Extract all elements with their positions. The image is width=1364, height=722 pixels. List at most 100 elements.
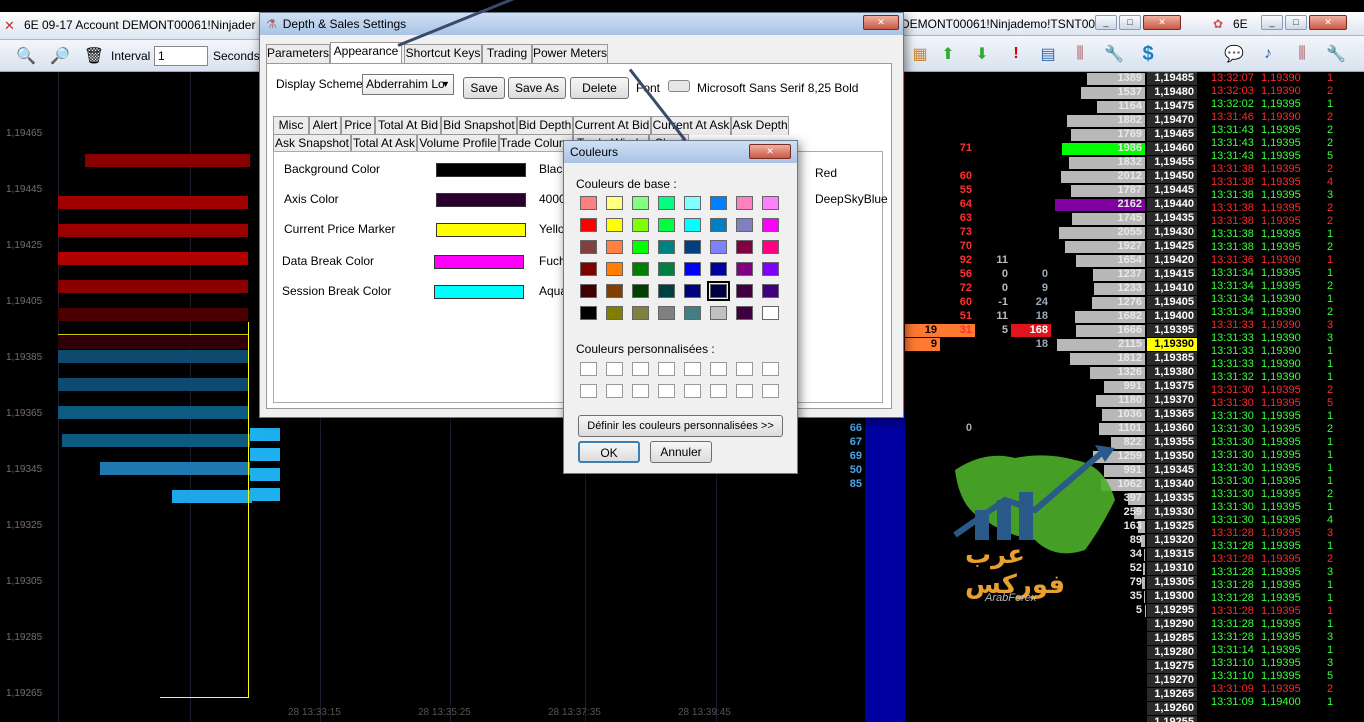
subtab[interactable]: Current At Bid [573,116,651,135]
custom-color-slot[interactable] [658,384,675,398]
delete-button[interactable]: Delete [570,77,629,99]
color-swatch[interactable] [632,284,649,298]
color-swatch[interactable] [632,262,649,276]
custom-color-slot[interactable] [710,362,727,376]
color-swatch[interactable] [658,306,675,320]
color-swatch[interactable] [762,196,779,210]
color-swatch[interactable] [736,306,753,320]
ok-button[interactable]: OK [578,441,640,463]
subtab[interactable]: Bid Snapshot [441,116,517,135]
ladder-row[interactable]: 1,19270 [745,674,1205,687]
font-button[interactable] [668,80,690,92]
color-swatch[interactable] [434,285,524,299]
tab-parameters[interactable]: Parameters [266,44,330,63]
ladder-row[interactable]: 1,19280 [745,646,1205,659]
color-swatch[interactable] [762,240,779,254]
color-swatch[interactable] [606,240,623,254]
define-custom-colors-button[interactable]: Définir les couleurs personnalisées >> [578,415,783,437]
ladder-row[interactable]: 1,19275 [745,660,1205,673]
color-swatch[interactable] [632,196,649,210]
display-scheme-select[interactable]: Abderrahim Lo ▼ [362,74,454,95]
ts-maximize-button[interactable]: □ [1285,15,1307,30]
color-swatch[interactable] [606,262,623,276]
color-swatch[interactable] [632,240,649,254]
ts-close-button[interactable]: ✕ [1309,15,1347,30]
custom-color-slot[interactable] [632,384,649,398]
down-arrow-icon[interactable]: ⬇ [969,41,995,67]
custom-color-slot[interactable] [762,362,779,376]
color-swatch[interactable] [710,306,727,320]
ts-minimize-button[interactable]: _ [1261,15,1283,30]
custom-color-slot[interactable] [684,384,701,398]
tab-shortcut-keys[interactable]: Shortcut Keys [404,44,482,63]
color-swatch[interactable] [606,306,623,320]
custom-color-slot[interactable] [632,362,649,376]
color-swatch[interactable] [632,306,649,320]
color-swatch[interactable] [580,218,597,232]
custom-color-slot[interactable] [658,362,675,376]
color-swatch[interactable] [436,163,526,177]
tab-power-meters[interactable]: Power Meters [532,44,608,63]
music-note-icon[interactable]: ♪ [1255,41,1281,67]
color-swatch[interactable] [762,306,779,320]
up-arrow-icon[interactable]: ⬆ [935,41,961,67]
color-swatch[interactable] [658,218,675,232]
tab-appearance[interactable]: Appearance [330,42,402,63]
color-swatch[interactable] [684,218,701,232]
color-swatch[interactable] [736,284,753,298]
properties-icon[interactable]: ▤ [1035,41,1061,67]
custom-color-slot[interactable] [710,384,727,398]
color-swatch[interactable] [736,196,753,210]
minimize-button[interactable]: _ [1095,15,1117,30]
subtab[interactable]: Misc [273,116,309,135]
tab-trading[interactable]: Trading [482,44,532,63]
color-swatch[interactable] [762,218,779,232]
subtab[interactable]: Alert [309,116,341,135]
color-swatch[interactable] [684,240,701,254]
custom-color-slot[interactable] [736,384,753,398]
save-button[interactable]: Save [463,77,505,99]
color-swatch[interactable] [580,240,597,254]
zoom-out-icon[interactable]: 🔎 [47,43,73,69]
color-swatch[interactable] [736,240,753,254]
close-button[interactable]: ✕ [1143,15,1181,30]
custom-color-slot[interactable] [684,362,701,376]
color-swatch[interactable] [684,262,701,276]
color-swatch[interactable] [658,262,675,276]
color-swatch[interactable] [632,218,649,232]
custom-color-slot[interactable] [580,362,597,376]
custom-color-slot[interactable] [580,384,597,398]
custom-color-slot[interactable] [606,362,623,376]
ts-levels-icon[interactable]: ⫼ [1289,41,1315,67]
settings-close-button[interactable]: ✕ [863,15,899,30]
color-swatch[interactable] [710,240,727,254]
color-swatch[interactable] [736,262,753,276]
save-as-button[interactable]: Save As [508,77,566,99]
color-swatch[interactable] [684,196,701,210]
maximize-button[interactable]: □ [1119,15,1141,30]
color-swatch[interactable] [762,284,779,298]
levels-icon[interactable]: ⫼ [1067,41,1093,67]
subtab[interactable]: Current At Ask [651,116,731,135]
dollar-icon[interactable]: $ [1135,41,1161,67]
subtab[interactable]: Total At Bid [375,116,441,135]
color-close-button[interactable]: ✕ [749,144,791,159]
ts-wrench-icon[interactable]: 🔧 [1323,41,1349,67]
custom-color-slot[interactable] [736,362,753,376]
ladder-row[interactable]: 1,19290 [745,618,1205,631]
color-swatch[interactable] [707,281,730,301]
color-swatch[interactable] [710,262,727,276]
ts-list[interactable]: 13:32:07 1,19390 1 13:32:03 1,19390 2 13:32:02… [1205,72,1364,722]
custom-color-slot[interactable] [762,384,779,398]
ladder-row[interactable]: 1,19255 [745,716,1205,722]
color-swatch[interactable] [736,218,753,232]
zoom-in-icon[interactable]: 🔍 [13,43,39,69]
custom-color-slot[interactable] [606,384,623,398]
ladder-row[interactable]: 1,19265 [745,688,1205,701]
ladder-row[interactable]: 1,19285 [745,632,1205,645]
color-swatch[interactable] [580,262,597,276]
alert-icon[interactable]: ! [1003,41,1029,67]
color-swatch[interactable] [580,196,597,210]
color-swatch[interactable] [580,306,597,320]
subtab[interactable]: Bid Depth [517,116,573,135]
